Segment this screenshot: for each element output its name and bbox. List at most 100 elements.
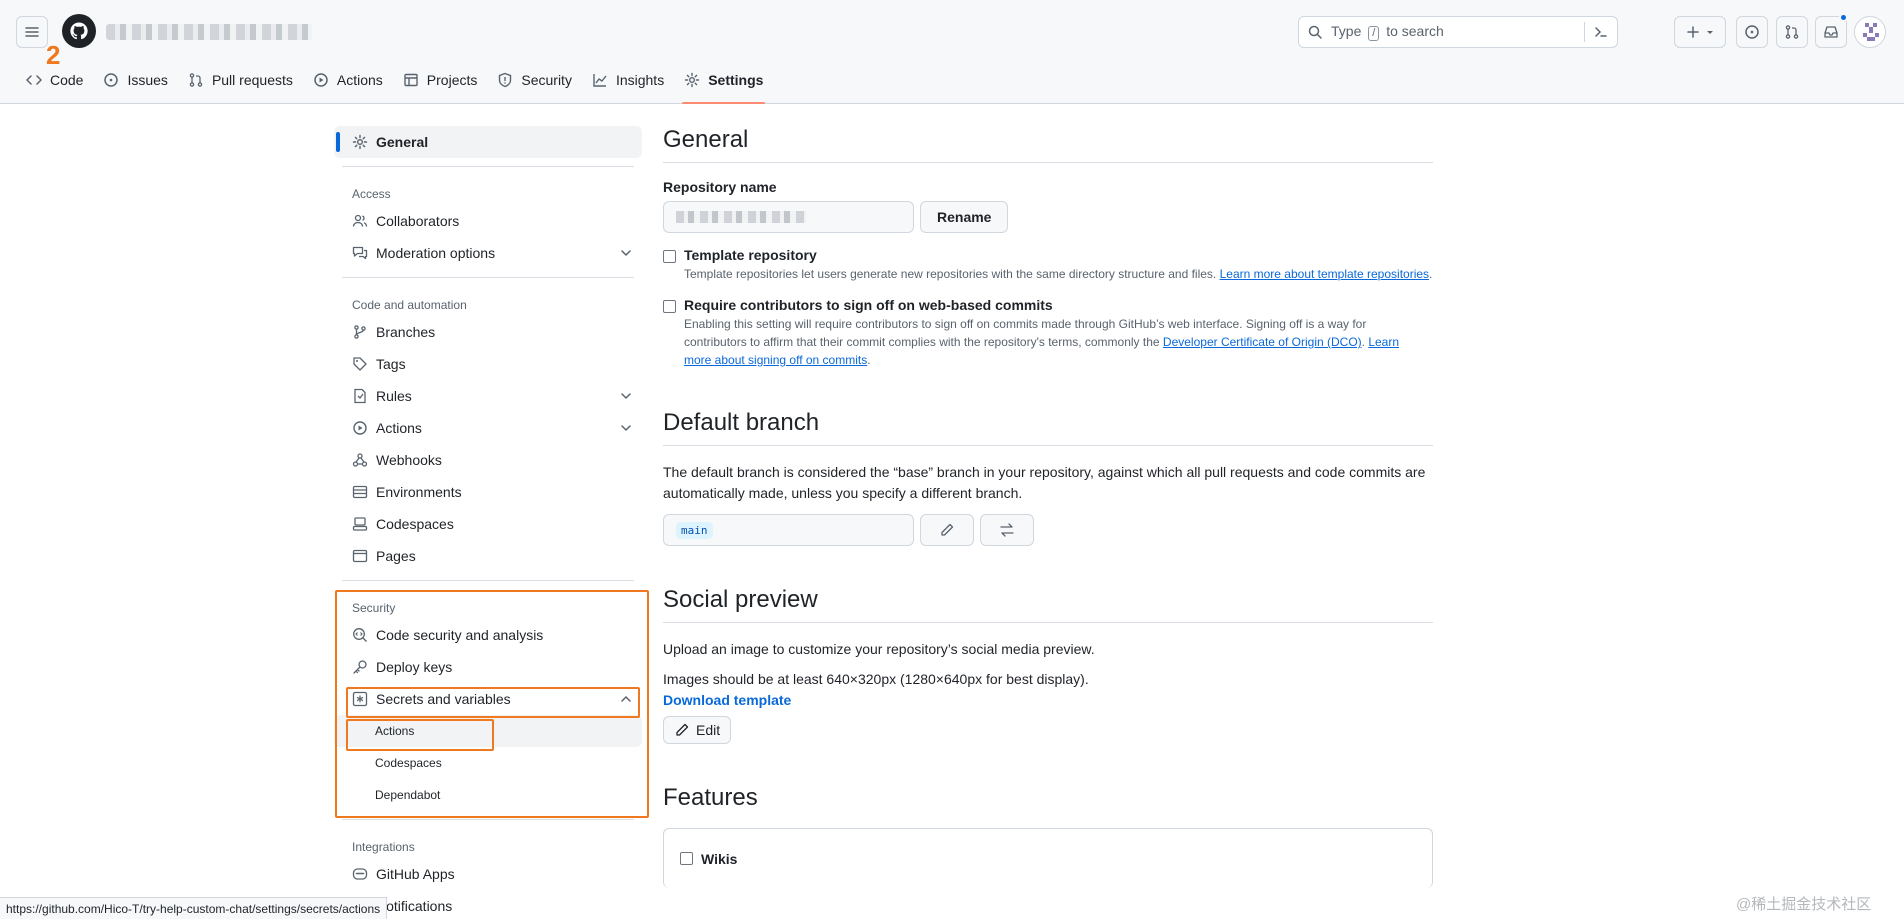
pull-requests-button[interactable] <box>1776 16 1808 48</box>
git-branch-icon <box>354 325 366 339</box>
sidebar-item-moderation-options[interactable]: Moderation options <box>334 237 642 269</box>
sidebar-item-rules[interactable]: Rules <box>334 380 642 412</box>
git-pull-request-icon <box>1785 25 1799 39</box>
browser-status-url: https://github.com/Hico-T/try-help-custo… <box>0 897 388 919</box>
sidebar-item-label: Rules <box>376 388 412 404</box>
github-logo-icon[interactable] <box>62 14 96 48</box>
create-new-button[interactable] <box>1674 16 1726 48</box>
sidebar-item-pages[interactable]: Pages <box>334 540 642 572</box>
sidebar-item-label: Moderation options <box>376 245 496 261</box>
notification-indicator <box>1839 13 1848 22</box>
git-pull-request-icon <box>189 73 203 87</box>
template-learn-more-link[interactable]: Learn more about template repositories <box>1220 267 1429 281</box>
repo-breadcrumb-redacted[interactable] <box>106 24 312 40</box>
issues-button[interactable] <box>1736 16 1768 48</box>
comment-discussion-icon <box>352 246 368 260</box>
signoff-title: Require contributors to sign off on web-… <box>684 297 1053 313</box>
download-template-link[interactable]: Download template <box>663 692 1433 708</box>
sidebar-item-label: Environments <box>376 484 462 500</box>
settings-main: General Repository name Rename Template … <box>663 126 1433 888</box>
edit-label: Edit <box>696 722 721 738</box>
tab-pull-requests[interactable]: Pull requests <box>178 60 303 100</box>
wikis-checkbox[interactable] <box>680 852 693 865</box>
branch-name: main <box>676 521 713 539</box>
pencil-icon <box>676 723 689 736</box>
chevron-down-icon <box>621 393 631 400</box>
tab-projects[interactable]: Projects <box>393 60 488 100</box>
triangle-down-icon <box>1707 31 1713 34</box>
signoff-note: Enabling this setting will require contr… <box>684 317 1400 367</box>
sidebar-divider <box>342 580 634 581</box>
sidebar-item-label: Webhooks <box>376 452 442 468</box>
tab-label: Settings <box>708 72 764 88</box>
people-icon <box>352 214 368 227</box>
default-branch-description: The default branch is considered the “ba… <box>663 464 1426 501</box>
sidebar-item-github-apps[interactable]: GitHub Apps <box>334 858 642 890</box>
hamburger-icon <box>25 27 39 37</box>
template-repository-option: Template repository Template repositorie… <box>663 247 1433 283</box>
sidebar-divider <box>342 166 634 167</box>
sidebar-item-label: Actions <box>376 420 422 436</box>
dco-link[interactable]: Developer Certificate of Origin (DCO) <box>1163 335 1362 349</box>
user-avatar[interactable] <box>1854 16 1886 48</box>
sidebar-item-label: Codespaces <box>376 516 454 532</box>
command-palette-button[interactable] <box>1584 22 1609 42</box>
sidebar-item-codespaces[interactable]: Codespaces <box>334 508 642 540</box>
tab-issues[interactable]: Issues <box>93 60 177 100</box>
hubot-icon <box>352 868 368 880</box>
edit-social-preview-button[interactable]: Edit <box>663 716 732 744</box>
signoff-checkbox[interactable] <box>663 300 676 313</box>
tab-actions[interactable]: Actions <box>303 60 393 100</box>
template-repository-title: Template repository <box>684 247 817 263</box>
app-header: 2 Type / to search Code Issues Pull requ… <box>0 0 1904 104</box>
play-icon <box>314 73 328 87</box>
social-preview-text1: Upload an image to customize your reposi… <box>663 641 1095 657</box>
graph-icon <box>593 74 607 87</box>
sidebar-heading-integrations: Integrations <box>352 840 415 854</box>
tab-label: Actions <box>336 72 383 88</box>
edit-branch-button[interactable] <box>920 514 974 546</box>
rename-button[interactable]: Rename <box>920 201 1009 233</box>
features-heading: Features <box>663 784 758 811</box>
gear-icon <box>685 72 700 88</box>
issue-opened-icon <box>104 73 119 87</box>
social-preview-heading: Social preview <box>663 586 1433 623</box>
sidebar-item-webhooks[interactable]: Webhooks <box>334 444 642 476</box>
sidebar-divider <box>342 819 634 820</box>
repo-name-input[interactable] <box>663 201 914 233</box>
sidebar-item-label: Pages <box>376 548 416 564</box>
codespaces-icon <box>352 517 368 531</box>
code-icon <box>26 75 42 85</box>
issue-opened-icon <box>1745 25 1759 39</box>
repo-nav-tabs: Code Issues Pull requests Actions Projec… <box>16 60 773 104</box>
annotation-actions-box <box>346 719 494 751</box>
search-input[interactable]: Type / to search <box>1298 16 1618 48</box>
chevron-down-icon <box>621 250 631 257</box>
sidebar-item-environments[interactable]: Environments <box>334 476 642 508</box>
plus-icon <box>1687 26 1699 38</box>
template-repository-checkbox[interactable] <box>663 250 676 263</box>
search-placeholder: Type / to search <box>1331 23 1444 41</box>
sidebar-divider <box>342 277 634 278</box>
tab-code[interactable]: Code <box>16 60 93 100</box>
menu-button[interactable] <box>16 16 48 48</box>
tab-insights[interactable]: Insights <box>582 60 674 100</box>
browser-icon <box>352 549 368 563</box>
chevron-down-icon <box>621 425 631 432</box>
tab-label: Pull requests <box>211 72 293 88</box>
tab-label: Code <box>50 72 84 88</box>
sidebar-item-tags[interactable]: Tags <box>334 348 642 380</box>
default-branch-field: main <box>663 514 914 546</box>
tab-settings[interactable]: Settings <box>674 60 773 104</box>
sidebar-item-collaborators[interactable]: Collaborators <box>334 205 642 237</box>
tab-label: Insights <box>615 72 665 88</box>
switch-branch-button[interactable] <box>980 514 1034 546</box>
sidebar-item-actions[interactable]: Actions <box>334 412 642 444</box>
sidebar-item-label: Collaborators <box>376 213 460 229</box>
sidebar-item-general[interactable]: General <box>334 126 642 158</box>
repo-name-redacted <box>676 211 806 223</box>
sidebar-item-branches[interactable]: Branches <box>334 316 642 348</box>
tab-label: Projects <box>426 72 478 88</box>
tab-label: Security <box>521 72 572 88</box>
tab-security[interactable]: Security <box>487 60 582 100</box>
